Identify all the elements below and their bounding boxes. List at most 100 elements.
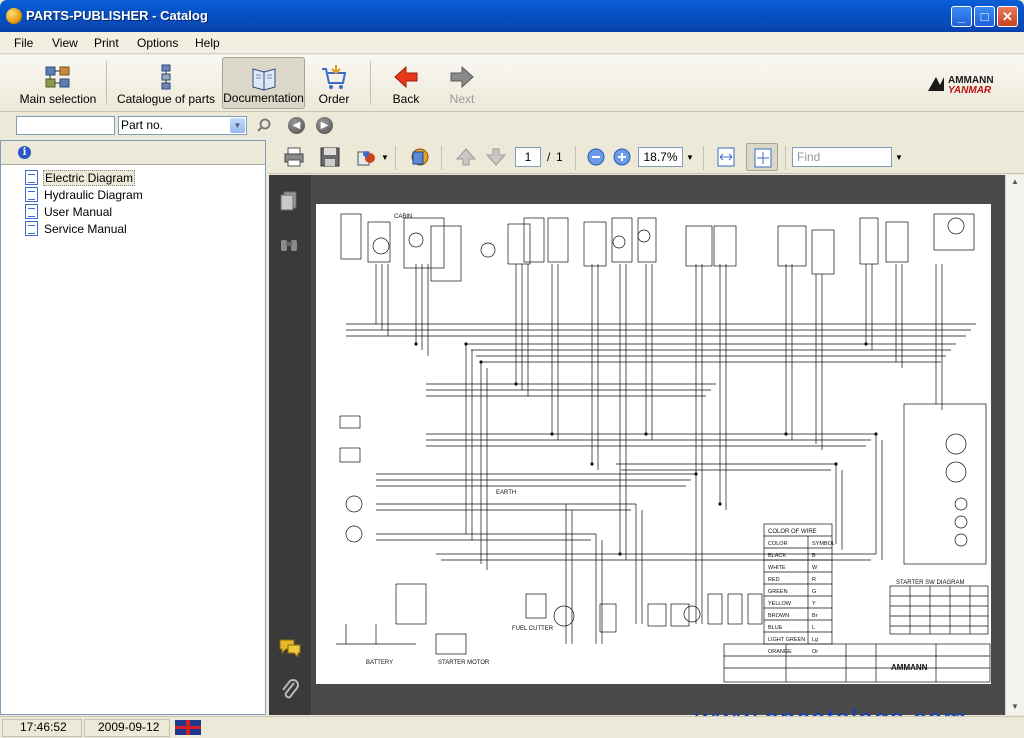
parts-tree-icon bbox=[161, 64, 171, 90]
main-selection-button[interactable]: Main selection bbox=[16, 57, 100, 109]
binoculars-icon[interactable] bbox=[278, 233, 300, 255]
shopping-cart-icon bbox=[322, 65, 347, 89]
catalogue-button[interactable]: Catalogue of parts bbox=[116, 57, 216, 109]
document-canvas[interactable]: CABIN EARTH BATTERY STARTER MOTOR FUEL C… bbox=[311, 175, 1005, 734]
wire-color-cell: WHITE bbox=[768, 565, 786, 571]
starter-diagram-title: STARTER SW DIAGRAM bbox=[896, 580, 964, 586]
tree-item-label: User Manual bbox=[44, 205, 113, 219]
wire-color-cell: RED bbox=[768, 577, 780, 583]
search-row: Part no. ▼ ◀ ▶ bbox=[0, 113, 1024, 139]
starter-motor-label: STARTER MOTOR bbox=[438, 660, 490, 666]
wire-table-title: COLOR OF WIRE bbox=[768, 529, 817, 535]
page-up-icon[interactable] bbox=[455, 146, 477, 168]
title-block-brand: AMMANN bbox=[891, 663, 928, 672]
battery-label: BATTERY bbox=[366, 660, 393, 666]
search-icon[interactable] bbox=[256, 117, 272, 133]
find-input[interactable]: Find bbox=[792, 147, 892, 167]
search-field-select[interactable]: Part no. ▼ bbox=[118, 116, 247, 135]
documentation-button[interactable]: Documentation bbox=[222, 57, 305, 109]
wire-symbol-cell: R bbox=[812, 577, 816, 583]
zoom-out-icon[interactable] bbox=[587, 148, 605, 166]
wire-color-cell: BLUE bbox=[768, 625, 783, 631]
electric-diagram-page: CABIN EARTH BATTERY STARTER MOTOR FUEL C… bbox=[316, 204, 991, 684]
back-label: Back bbox=[392, 92, 420, 106]
window-title: PARTS-PUBLISHER - Catalog bbox=[26, 8, 208, 23]
wire-color-cell: BLACK bbox=[768, 553, 786, 559]
minimize-button[interactable]: _ bbox=[951, 6, 972, 27]
comments-icon[interactable] bbox=[278, 637, 302, 659]
next-button[interactable]: Next bbox=[440, 57, 484, 109]
order-button[interactable]: Order bbox=[312, 57, 356, 109]
fit-width-icon[interactable] bbox=[715, 146, 737, 168]
tree-item-label: Service Manual bbox=[44, 222, 127, 236]
wire-symbol-cell: W bbox=[812, 565, 818, 571]
status-bar: 17:46:52 2009-09-12 bbox=[0, 716, 1024, 738]
catalogue-label: Catalogue of parts bbox=[116, 92, 216, 106]
wire-symbol-cell: L bbox=[812, 625, 815, 631]
pdf-viewer: ▼ 1 / 1 18.7% ▼ Find ▼ CABIN EARTH BATTE… bbox=[269, 140, 1024, 734]
wire-symbol-cell: Y bbox=[812, 601, 816, 607]
chevron-down-icon: ▼ bbox=[230, 118, 245, 133]
back-arrow-icon bbox=[394, 65, 418, 89]
main-toolbar: Main selection Catalogue of parts Docume… bbox=[0, 55, 1024, 112]
menu-help[interactable]: Help bbox=[195, 36, 220, 50]
fuel-cutter-label: FUEL CUTTER bbox=[512, 626, 554, 632]
documentation-label: Documentation bbox=[223, 91, 304, 105]
save-icon[interactable] bbox=[319, 146, 341, 168]
next-arrow-icon bbox=[450, 65, 474, 89]
menu-file[interactable]: File bbox=[14, 36, 33, 50]
menu-print[interactable]: Print bbox=[94, 36, 119, 50]
status-date: 2009-09-12 bbox=[98, 720, 160, 734]
document-icon bbox=[25, 204, 38, 219]
wiring-diagram: CABIN EARTH BATTERY STARTER MOTOR FUEL C… bbox=[336, 213, 991, 683]
menu-view[interactable]: View bbox=[52, 36, 78, 50]
uk-flag-icon[interactable] bbox=[175, 720, 201, 735]
print-icon[interactable] bbox=[283, 146, 305, 168]
back-button[interactable]: Back bbox=[384, 57, 428, 109]
menu-options[interactable]: Options bbox=[137, 36, 178, 50]
order-label: Order bbox=[318, 92, 350, 106]
wire-color-cell: BROWN bbox=[768, 613, 789, 619]
document-tree-panel: i Electric Diagram Hydraulic Diagram Use… bbox=[0, 140, 266, 715]
share-icon[interactable] bbox=[355, 146, 377, 168]
page-down-icon[interactable] bbox=[485, 146, 507, 168]
wire-symbol-cell: B bbox=[812, 553, 816, 559]
viewer-toolbar: ▼ 1 / 1 18.7% ▼ Find ▼ bbox=[269, 140, 1024, 174]
export-icon[interactable] bbox=[409, 146, 431, 168]
wire-color-cell: YELLOW bbox=[768, 601, 792, 607]
attachment-icon[interactable] bbox=[280, 677, 300, 701]
next-result-icon[interactable]: ▶ bbox=[316, 117, 333, 134]
share-dropdown-icon[interactable]: ▼ bbox=[381, 153, 389, 162]
page-number-input[interactable]: 1 bbox=[515, 147, 541, 167]
app-icon bbox=[6, 8, 22, 24]
document-icon bbox=[25, 170, 38, 185]
tree-panel-header: i bbox=[1, 141, 265, 165]
prev-result-icon[interactable]: ◀ bbox=[288, 117, 305, 134]
main-selection-label: Main selection bbox=[19, 92, 97, 106]
svg-text:YANMAR: YANMAR bbox=[948, 85, 992, 95]
close-button[interactable]: ✕ bbox=[997, 6, 1018, 27]
title-bar: PARTS-PUBLISHER - Catalog _ □ ✕ bbox=[0, 0, 1024, 32]
wire-color-cell: ORANGE bbox=[768, 649, 792, 655]
zoom-dropdown-icon[interactable]: ▼ bbox=[686, 153, 694, 162]
zoom-in-icon[interactable] bbox=[613, 148, 631, 166]
fit-page-icon bbox=[754, 148, 772, 168]
viewer-side-rail bbox=[269, 175, 311, 715]
wire-symbol-cell: Br bbox=[812, 613, 818, 619]
earth-label: EARTH bbox=[496, 490, 516, 496]
pages-icon[interactable] bbox=[278, 190, 300, 212]
search-field-value: Part no. bbox=[121, 118, 164, 132]
find-dropdown-icon[interactable]: ▼ bbox=[895, 153, 903, 162]
tree-item-label: Electric Diagram bbox=[43, 170, 136, 186]
book-icon bbox=[252, 68, 275, 91]
document-icon bbox=[25, 221, 38, 236]
viewer-scrollbar[interactable]: ▲ ▼ bbox=[1005, 175, 1024, 715]
ammann-yanmar-logo: AMMANN YANMAR bbox=[928, 75, 994, 95]
page-total: 1 bbox=[556, 150, 563, 164]
info-icon[interactable]: i bbox=[18, 146, 31, 159]
zoom-level-input[interactable]: 18.7% bbox=[638, 147, 683, 167]
search-input[interactable] bbox=[16, 116, 115, 135]
fit-page-button[interactable] bbox=[746, 143, 778, 171]
maximize-button[interactable]: □ bbox=[974, 6, 995, 27]
wire-symbol-cell: SYMBOL bbox=[812, 541, 835, 547]
